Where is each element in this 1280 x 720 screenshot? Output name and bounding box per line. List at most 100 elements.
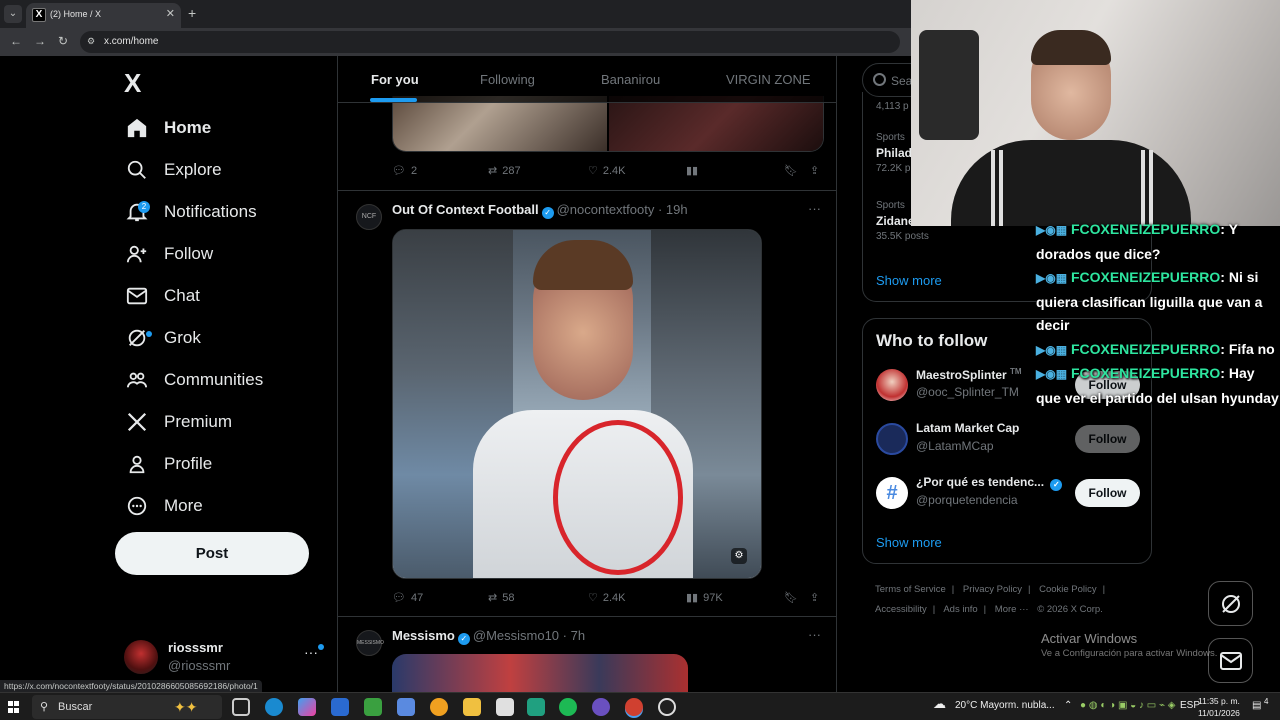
nav-explore[interactable]: Explore — [124, 152, 222, 188]
who-to-follow-show-more-link[interactable]: Show more — [876, 535, 942, 550]
nav-home[interactable]: Home — [124, 110, 211, 146]
active-tab-indicator — [370, 98, 417, 102]
follow-button[interactable]: Follow — [1075, 425, 1140, 453]
account-switcher[interactable]: riosssmr @riosssmr ··· — [124, 636, 324, 676]
tweet3-avatar[interactable]: MESSISMO — [356, 630, 384, 656]
footer-link[interactable]: Cookie Policy — [1039, 584, 1097, 595]
search-icon: ⚲ — [40, 701, 49, 713]
tweet2-more-icon[interactable]: ··· — [808, 201, 821, 216]
new-tab-button[interactable]: + — [188, 5, 196, 21]
bookmark-button[interactable]: 🔖︎ — [784, 591, 798, 604]
tweet1-photo-left[interactable] — [393, 96, 607, 151]
notes-icon[interactable] — [496, 698, 514, 716]
language-indicator[interactable]: ESP — [1180, 700, 1200, 711]
tweet2-author-name[interactable]: Out Of Context Football — [392, 202, 539, 217]
red-circle-annotation — [553, 420, 683, 575]
mail-icon[interactable] — [331, 698, 349, 716]
footer-link[interactable]: Accessibility — [875, 604, 927, 615]
edge-icon[interactable] — [265, 698, 283, 716]
grok-fab-button[interactable] — [1208, 581, 1253, 626]
reload-icon[interactable]: ↻ — [58, 34, 68, 48]
reply-button[interactable]: 💬︎ 47 — [392, 591, 423, 605]
nav-notifications[interactable]: 2 Notifications — [124, 194, 257, 230]
post-button[interactable]: Post — [115, 532, 309, 575]
nav-label: Communities — [164, 370, 264, 389]
tweet3-time[interactable]: 7h — [571, 628, 585, 643]
reply-button[interactable]: 💬︎ 2 — [392, 164, 417, 178]
nav-chat[interactable]: Chat — [124, 278, 200, 314]
x-logo[interactable]: X — [124, 68, 141, 99]
nav-follow[interactable]: Follow — [124, 236, 213, 272]
repost-button[interactable]: ⇄ 58 — [488, 591, 515, 605]
footer-link[interactable]: Ads info — [943, 604, 977, 615]
tweet3-author-name[interactable]: Messismo — [392, 628, 455, 643]
discord-icon[interactable] — [592, 698, 610, 716]
back-icon[interactable]: ← — [10, 34, 22, 48]
store-icon[interactable] — [364, 698, 382, 716]
tray-app-icons[interactable]: ● ◍ ◐ ◑ ▣ ◒ ♪ ▭ ⌁ ◈ — [1080, 700, 1176, 711]
nav-premium[interactable]: Premium — [124, 404, 232, 440]
tweet2-handle[interactable]: @nocontextfooty — [557, 202, 655, 217]
obs-icon[interactable] — [658, 698, 676, 716]
file-explorer-icon[interactable] — [463, 698, 481, 716]
tweet3-photo[interactable] — [392, 654, 688, 692]
app-icon[interactable] — [430, 698, 448, 716]
tweet3-more-icon[interactable]: ··· — [808, 627, 821, 642]
tweet2-time[interactable]: 19h — [666, 202, 688, 217]
views-button[interactable]: ▮▮ 97K — [686, 591, 723, 605]
trend-item[interactable]: 4,113 p — [876, 98, 909, 112]
tweet1-media[interactable] — [392, 96, 824, 152]
footer-link[interactable]: Terms of Service — [875, 584, 946, 595]
nav-grok[interactable]: Grok — [124, 320, 201, 356]
repost-count: 58 — [502, 591, 515, 604]
close-tab-icon[interactable]: ✕ — [166, 7, 175, 20]
nav-profile[interactable]: Profile — [124, 446, 212, 482]
tweet2-avatar[interactable]: NCF — [356, 204, 382, 230]
suggestion-row[interactable]: Latam Market Cap @LatamMCap Follow — [876, 421, 1146, 461]
tab-for-you[interactable]: For you — [371, 72, 419, 87]
views-button[interactable]: ▮▮ — [686, 164, 698, 177]
windows-start-icon[interactable] — [8, 701, 20, 713]
weather-text[interactable]: 20°C Mayorm. nubla... — [955, 700, 1055, 711]
repost-button[interactable]: ⇄ 287 — [488, 164, 521, 178]
omnibox[interactable]: ⚙ x.com/home — [80, 31, 900, 53]
share-button[interactable]: ⇪ — [810, 164, 819, 177]
account-more-icon[interactable]: ··· — [304, 644, 318, 660]
footer-sep: | — [1027, 584, 1031, 595]
browser-tab[interactable]: X (2) Home / X ✕ — [26, 3, 181, 28]
like-button[interactable]: ♡ 2.4K — [588, 164, 626, 178]
footer-link[interactable]: Privacy Policy — [963, 584, 1022, 595]
nav-more[interactable]: More — [124, 488, 203, 524]
spotify-icon[interactable] — [559, 698, 577, 716]
tweet1-photo-right[interactable] — [609, 96, 823, 151]
copilot-icon[interactable] — [298, 698, 316, 716]
nav-communities[interactable]: Communities — [124, 362, 263, 398]
taskbar-search[interactable]: ⚲ Buscar ✦✦ — [32, 695, 222, 719]
bookmark-button[interactable]: 🔖︎ — [784, 164, 798, 177]
footer-link[interactable]: More ··· — [995, 604, 1029, 615]
clock[interactable]: 11:35 p. m. 11/01/2026 — [1198, 695, 1240, 719]
site-info-icon[interactable]: ⚙ — [87, 36, 95, 47]
tweet2-photo[interactable]: ⚙ — [392, 229, 762, 579]
follow-button[interactable]: Follow — [1075, 479, 1140, 507]
tab-bananirou[interactable]: Bananirou — [601, 72, 660, 87]
forward-icon[interactable]: → — [34, 34, 46, 48]
share-button[interactable]: ⇪ — [810, 591, 819, 604]
tweet1-actions: 💬︎ 2 ⇄ 287 ♡ 2.4K ▮▮ 🔖︎ ⇪ — [392, 164, 824, 184]
trend-item[interactable]: Sports Philad 72.2K p — [876, 132, 912, 174]
tray-chevron-icon[interactable]: ⌃ — [1064, 700, 1072, 711]
suggestion-row[interactable]: # ¿Por qué es tendenc... ✓ @porquetenden… — [876, 475, 1146, 515]
trends-show-more-link[interactable]: Show more — [876, 273, 942, 288]
verified-icon: ✓ — [1050, 479, 1063, 491]
notification-center-icon[interactable]: ▤ — [1252, 700, 1261, 711]
tab-following[interactable]: Following — [480, 72, 535, 87]
chrome-icon[interactable] — [625, 698, 643, 716]
like-button[interactable]: ♡ 2.4K — [588, 591, 626, 605]
task-view-icon[interactable] — [232, 698, 250, 716]
app-icon[interactable] — [527, 698, 545, 716]
tab-list-button[interactable]: ⌄ — [4, 5, 22, 23]
edit-image-icon[interactable]: ⚙ — [731, 548, 747, 564]
vscode-icon[interactable] — [397, 698, 415, 716]
tab-virgin-zone[interactable]: VIRGIN ZONE — [726, 72, 811, 87]
tweet3-handle[interactable]: @Messismo10 — [473, 628, 559, 643]
